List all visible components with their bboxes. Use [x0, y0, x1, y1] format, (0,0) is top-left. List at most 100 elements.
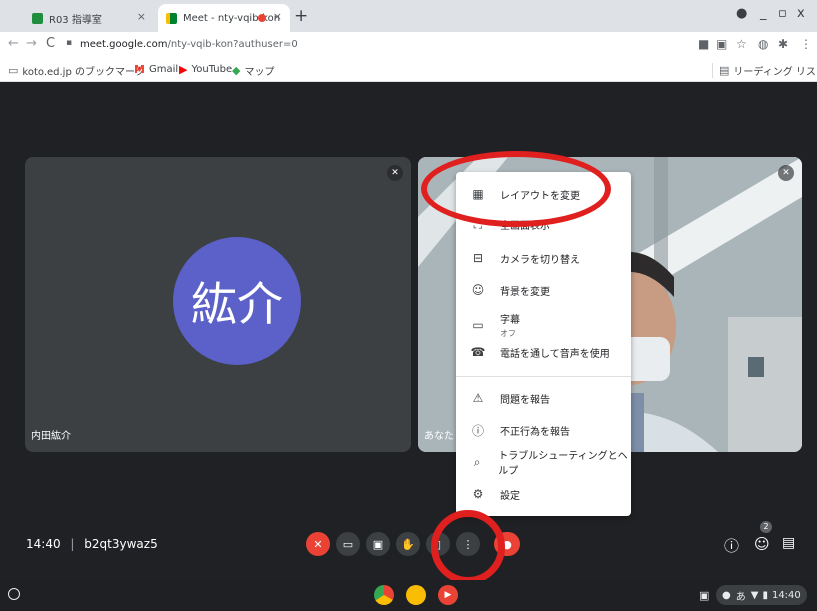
abuse-icon: ⓘ: [471, 423, 484, 438]
youtube-icon: ▶: [179, 63, 188, 76]
participant-name: あなた: [424, 431, 454, 442]
folder-icon: ▭: [8, 64, 19, 77]
menu-item-report-problem[interactable]: ⚠ 問題を報告: [456, 382, 631, 414]
bookmark-star-icon[interactable]: ☆: [736, 37, 747, 51]
shelf-clock: 14:40: [771, 589, 801, 601]
forward-icon[interactable]: →: [26, 36, 37, 51]
captions-label: 字幕: [500, 315, 520, 326]
translate-icon[interactable]: ▣: [716, 37, 727, 51]
people-button[interactable]: ☺: [754, 535, 770, 553]
camera-toggle-button[interactable]: ▭: [336, 532, 360, 556]
close-tab-icon[interactable]: ×: [137, 10, 146, 23]
menu-item-report-abuse[interactable]: ⓘ 不正行為を報告: [456, 414, 631, 446]
reading-list-label: リーディング リスト: [733, 67, 817, 78]
bookmark-youtube[interactable]: ▶ YouTube: [179, 63, 232, 76]
mic-off-icon: ✕: [313, 537, 323, 551]
ime-indicator: あ: [735, 591, 746, 603]
tote-icon[interactable]: ▣: [699, 589, 709, 602]
back-icon[interactable]: ←: [8, 36, 19, 51]
background-icon: ☺: [471, 283, 485, 297]
menu-item-label: トラブルシューティングとヘルプ: [498, 451, 628, 477]
participants-count-badge: 2: [760, 521, 772, 533]
phone-icon: ☎: [470, 345, 486, 359]
chat-icon[interactable]: ▤: [782, 535, 795, 551]
menu-icon[interactable]: ⋮: [800, 37, 812, 51]
menu-item-change-background[interactable]: ☺ 背景を変更: [456, 274, 631, 306]
menu-item-switch-camera[interactable]: ⊟ カメラを切り替え: [456, 242, 631, 274]
classroom-favicon-icon: [32, 12, 43, 24]
menu-item-settings[interactable]: ⚙ 設定: [456, 478, 631, 510]
bookmark-maps[interactable]: ◆ マップ: [232, 63, 274, 78]
meeting-details: 14:40 | b2qt3ywaz5: [26, 537, 158, 551]
tab-meet[interactable]: Meet - nty-vqib-kon ×: [158, 4, 290, 32]
meeting-code: b2qt3ywaz5: [84, 537, 158, 551]
annotation-circle-layout: [421, 151, 611, 227]
reading-list-icon: ▤: [719, 64, 730, 77]
reading-list-button[interactable]: ▤ リーディング リスト: [712, 63, 817, 78]
mic-off-icon: ✕: [387, 165, 403, 181]
annotation-circle-more-button: [431, 510, 505, 584]
meet-favicon-icon: [166, 12, 177, 24]
hand-icon: ✋: [401, 537, 415, 551]
close-tab-icon[interactable]: ×: [273, 10, 282, 23]
menu-item-label: 字幕 オフ: [500, 311, 520, 339]
menu-item-label: 背景を変更: [500, 286, 550, 298]
avatar: 紘介: [173, 237, 301, 365]
mic-toggle-button[interactable]: ✕: [306, 532, 330, 556]
participant-name: 内田紘介: [31, 431, 71, 442]
menu-item-troubleshooting[interactable]: ⌕ トラブルシューティングとヘルプ: [456, 446, 631, 478]
menu-divider: [456, 376, 631, 377]
bookmark-label: YouTube: [191, 64, 233, 75]
gmail-icon: M: [134, 63, 145, 76]
chrome-icon[interactable]: [374, 585, 394, 605]
url-path: /nty-vqib-kon?authuser=0: [167, 39, 298, 50]
battery-icon: ▮: [762, 589, 768, 601]
captions-icon: ▣: [372, 537, 384, 551]
troubleshoot-icon: ⌕: [473, 454, 481, 469]
tab-r03[interactable]: R03 指導室 ×: [24, 4, 154, 32]
settings-icon: ⚙: [472, 487, 484, 501]
bookmark-gmail[interactable]: M Gmail: [134, 63, 178, 76]
meeting-time: 14:40: [26, 537, 61, 551]
menu-item-label: 電話を通して音声を使用: [500, 348, 610, 360]
bookmark-label: Gmail: [148, 64, 179, 75]
maps-icon: ◆: [232, 64, 241, 77]
lock-icon: ▪: [66, 38, 73, 48]
classroom-app-icon[interactable]: [406, 585, 426, 605]
menu-item-label: カメラを切り替え: [500, 254, 580, 266]
report-icon: ⚠: [472, 391, 484, 405]
close-window-icon[interactable]: x: [797, 6, 805, 21]
reload-icon[interactable]: C: [46, 36, 55, 51]
menu-item-label: 設定: [500, 490, 520, 502]
camera-in-use-icon[interactable]: ■: [698, 37, 709, 51]
wifi-icon: ▼: [750, 589, 759, 601]
menu-item-label: 問題を報告: [500, 394, 550, 406]
captions-button[interactable]: ▣: [366, 532, 390, 556]
new-tab-button[interactable]: +: [294, 6, 308, 26]
raise-hand-button[interactable]: ✋: [396, 532, 420, 556]
captions-icon: ▭: [472, 318, 484, 332]
bookmark-label: マップ: [244, 67, 275, 78]
address-bar[interactable]: meet.google.com/nty-vqib-kon?authuser=0: [80, 36, 680, 54]
menu-item-phone-audio[interactable]: ☎ 電話を通して音声を使用: [456, 336, 631, 368]
puzzle-icon[interactable]: ✱: [778, 37, 788, 51]
account-icon[interactable]: ●: [736, 6, 747, 21]
participant-tile-remote[interactable]: 紘介 ✕ 内田紘介: [25, 157, 411, 452]
youtube-app-icon[interactable]: ▶: [438, 585, 458, 605]
status-tray[interactable]: ● あ ▼ ▮ 14:40: [716, 585, 807, 605]
launcher-icon[interactable]: [8, 588, 20, 600]
notification-icon: ●: [722, 589, 731, 601]
switch-camera-icon: ⊟: [472, 251, 484, 265]
recording-indicator-icon: [258, 14, 266, 22]
people-icon: ☺: [754, 535, 770, 553]
tab-title: R03 指導室: [49, 14, 102, 26]
bookmark-koto[interactable]: ▭ koto.ed.jp のブックマーク: [8, 63, 145, 78]
bookmark-label: koto.ed.jp のブックマーク: [22, 67, 145, 78]
maximize-icon[interactable]: ▫: [778, 6, 787, 21]
separator: |: [70, 537, 75, 551]
url-host: meet.google.com: [80, 39, 168, 50]
extension-icon[interactable]: ◍: [758, 37, 768, 51]
menu-item-label: 不正行為を報告: [500, 426, 570, 438]
minimize-icon[interactable]: _: [760, 6, 767, 21]
meeting-info-icon[interactable]: ⓘ: [724, 535, 739, 556]
